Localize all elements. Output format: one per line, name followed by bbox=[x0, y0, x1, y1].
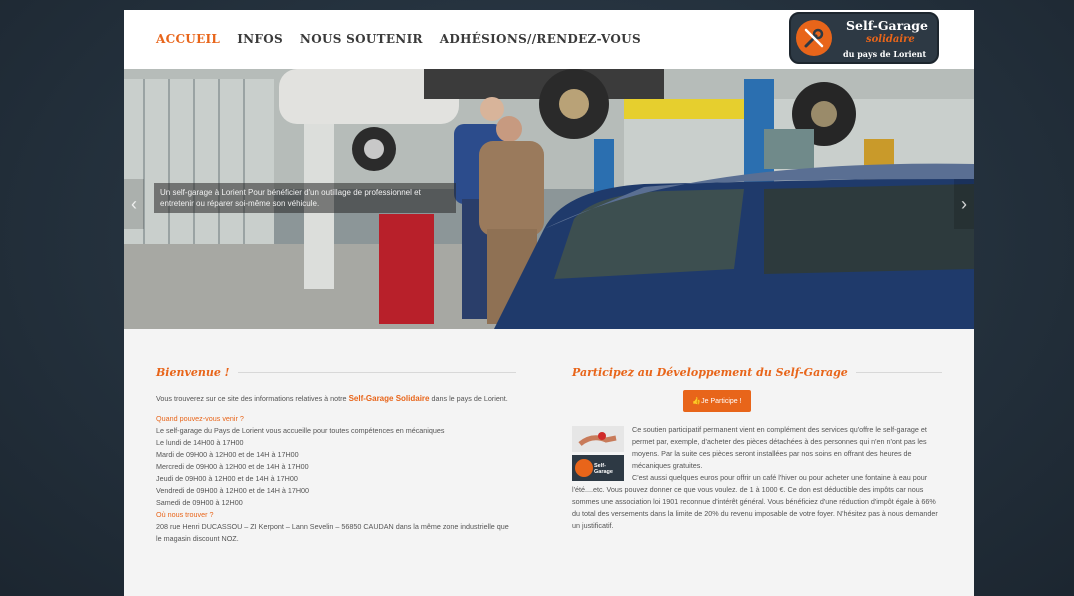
page: ACCUEIL INFOS NOUS SOUTENIR ADHÉSIONS//R… bbox=[124, 10, 974, 596]
logo-line-3: du pays de Lorient bbox=[843, 49, 927, 59]
hours-item: Mercredi de 09H00 à 12H00 et de 14H à 17… bbox=[156, 462, 309, 471]
intro-text: Vous trouverez sur ce site des informati… bbox=[156, 394, 347, 403]
header: ACCUEIL INFOS NOUS SOUTENIR ADHÉSIONS//R… bbox=[124, 10, 974, 69]
nav-accueil[interactable]: ACCUEIL bbox=[156, 32, 220, 46]
title-rule bbox=[855, 372, 942, 373]
when-text: Le self-garage du Pays de Lorient vous a… bbox=[156, 426, 445, 435]
main-content: Bienvenue ! Vous trouverez sur ce site d… bbox=[124, 329, 974, 596]
participate-section: Participez au Développement du Self-Gara… bbox=[572, 366, 942, 532]
welcome-section: Bienvenue ! Vous trouverez sur ce site d… bbox=[156, 366, 516, 545]
self-garage-thumbnail: Self-Garage bbox=[572, 455, 624, 481]
title-rule bbox=[237, 372, 516, 373]
hours-item: Jeudi de 09H00 à 12H00 et de 14H à 17H00 bbox=[156, 474, 298, 483]
logo-line-1: Self-Garage bbox=[846, 18, 929, 33]
hero-slider[interactable]: Un self-garage à Lorient Pour bénéficier… bbox=[124, 69, 974, 329]
site-logo[interactable]: Self-Garage solidaire du pays de Lorient bbox=[789, 12, 939, 64]
participate-paragraph-2: C'est aussi quelques euros pour offrir u… bbox=[572, 473, 938, 530]
nav-nous-soutenir[interactable]: NOUS SOUTENIR bbox=[300, 32, 423, 46]
participate-button-label: Je Participe ! bbox=[701, 398, 742, 405]
hours-item: Mardi de 09H00 à 12H00 et de 14H à 17H00 bbox=[156, 450, 299, 459]
welcome-title: Bienvenue ! bbox=[156, 366, 516, 379]
hours-item: Samedi de 09H00 à 12H00 bbox=[156, 498, 243, 507]
wrench-screwdriver-icon bbox=[796, 20, 832, 56]
participate-title-text: Participez au Développement du Self-Gara… bbox=[572, 366, 848, 379]
hours-item: Le lundi de 14H00 à 17H00 bbox=[156, 438, 244, 447]
participate-button-wrap: 👍Je Participe ! bbox=[572, 390, 862, 412]
slider-next-button[interactable]: › bbox=[954, 179, 974, 229]
welcome-title-text: Bienvenue ! bbox=[156, 366, 230, 379]
chevron-left-icon: ‹ bbox=[131, 194, 137, 214]
slider-prev-button[interactable]: ‹ bbox=[124, 179, 144, 229]
thumbs-up-icon: 👍 bbox=[692, 398, 702, 405]
when-heading: Quand pouvez-vous venir ? bbox=[156, 414, 244, 423]
participate-body: Self-Garage Ce soutien participatif perm… bbox=[572, 424, 942, 532]
welcome-intro: Vous trouverez sur ce site des informati… bbox=[156, 393, 516, 405]
donation-thumbnail bbox=[572, 426, 624, 452]
logo-line-2: solidaire bbox=[866, 34, 915, 45]
main-nav: ACCUEIL INFOS NOUS SOUTENIR ADHÉSIONS//R… bbox=[156, 32, 641, 46]
chevron-right-icon: › bbox=[961, 194, 967, 214]
address-text: 208 rue Henri DUCASSOU – ZI Kerpont – La… bbox=[156, 522, 509, 543]
participate-paragraph-1: Ce soutien participatif permanent vient … bbox=[632, 425, 927, 470]
hours-item: Vendredi de 09H00 à 12H00 et de 14H à 17… bbox=[156, 486, 310, 495]
nav-adhesions-rendez-vous[interactable]: ADHÉSIONS//RENDEZ-VOUS bbox=[440, 32, 641, 46]
where-heading: Où nous trouver ? bbox=[156, 510, 214, 519]
participate-title: Participez au Développement du Self-Gara… bbox=[572, 366, 942, 379]
participate-thumbnails: Self-Garage bbox=[572, 426, 624, 481]
nav-infos[interactable]: INFOS bbox=[237, 32, 283, 46]
intro-text-end: dans le pays de Lorient. bbox=[431, 394, 508, 403]
participate-button[interactable]: 👍Je Participe ! bbox=[683, 390, 751, 412]
thumbnail-logo-text: Self-Garage bbox=[594, 463, 613, 475]
intro-highlight: Self-Garage Solidaire bbox=[348, 394, 430, 403]
slide-caption: Un self-garage à Lorient Pour bénéficier… bbox=[154, 183, 456, 213]
